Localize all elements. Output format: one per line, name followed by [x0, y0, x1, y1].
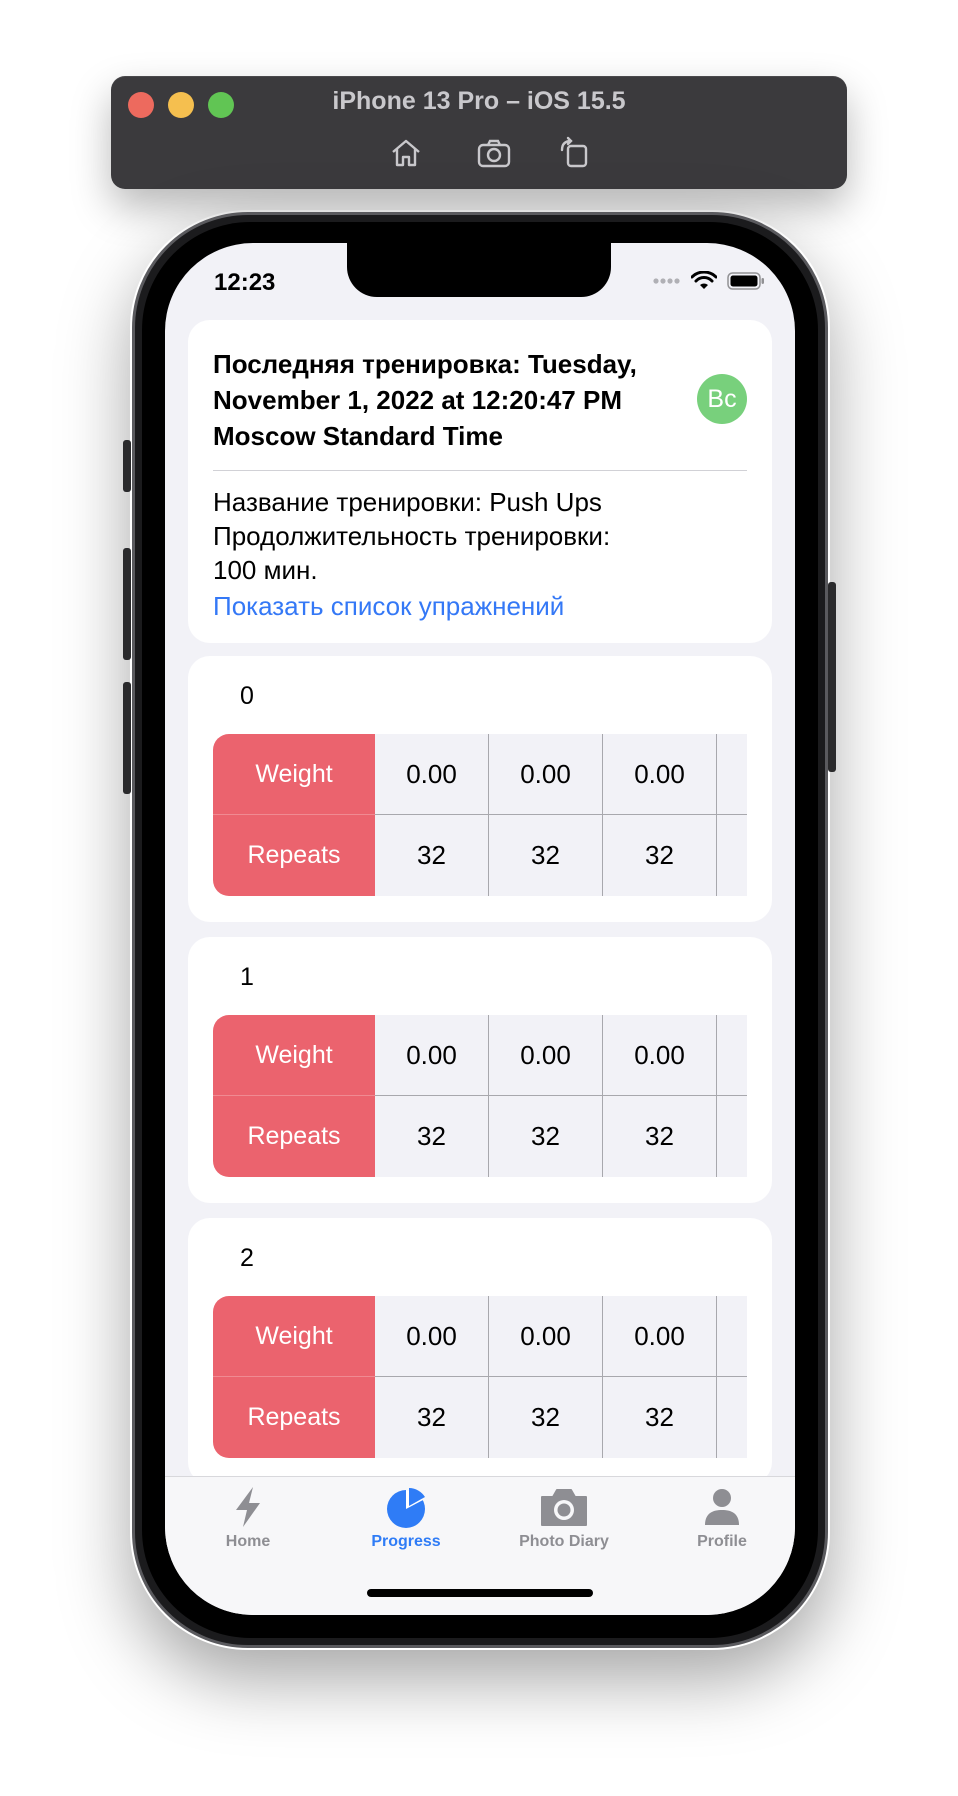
power-button: [828, 582, 836, 772]
repeats-label: Repeats: [247, 1122, 341, 1150]
battery-icon: [727, 272, 764, 290]
volume-up-button: [123, 548, 131, 660]
home-icon[interactable]: [388, 136, 424, 170]
repeats-cell: 32: [489, 1096, 603, 1177]
person-icon: [705, 1489, 739, 1525]
repeats-cell: 32: [375, 1377, 489, 1458]
exercise-card: 1 Weight Repeats 0.00 0.00 0.00 32 32 32: [188, 937, 772, 1203]
simulator-title: iPhone 13 Pro – iOS 15.5: [332, 87, 626, 115]
repeats-cell: 32: [375, 1096, 489, 1177]
workout-summary-card: Последняя тренировка: Tuesday, November …: [188, 320, 772, 643]
tab-profile-label: Profile: [697, 1533, 747, 1550]
weight-label: Weight: [213, 1296, 375, 1377]
weight-cell: 0.00: [375, 734, 489, 815]
tab-progress[interactable]: Progress: [327, 1485, 485, 1565]
weight-cell: 0.00: [489, 1296, 603, 1377]
mute-switch: [123, 440, 131, 492]
weight-cell: 0.00: [489, 734, 603, 815]
repeats-label: Repeats: [247, 841, 341, 869]
wifi-icon: [691, 271, 717, 289]
sets-table[interactable]: Weight Repeats 0.00 0.00 0.00 32 32 32: [213, 1015, 747, 1177]
weight-cell: 0.00: [603, 734, 717, 815]
tab-home[interactable]: Home: [169, 1485, 327, 1565]
camera-icon: [541, 1489, 587, 1526]
phone-screen: 12:23 Последняя тренировка: Tuesday, Nov…: [165, 243, 795, 1615]
tab-home-label: Home: [225, 1533, 271, 1550]
weight-label: Weight: [213, 734, 375, 815]
table-label-column: Weight Repeats: [213, 734, 375, 896]
workout-duration-label: Продолжительность тренировки:: [213, 521, 611, 551]
show-exercises-link[interactable]: Показать список упражнений: [213, 589, 564, 623]
tab-photo-diary-label: Photo Diary: [519, 1533, 609, 1550]
tab-progress-label: Progress: [371, 1533, 441, 1550]
divider: [213, 470, 747, 471]
last-workout-title: Последняя тренировка: Tuesday, November …: [213, 349, 637, 451]
tab-photo-diary[interactable]: Photo Diary: [485, 1485, 643, 1565]
notch: [347, 243, 611, 297]
repeats-cell: 32: [489, 1377, 603, 1458]
repeats-cell: 32: [375, 815, 489, 896]
table-label-column: Weight Repeats: [213, 1296, 375, 1458]
repeats-label: Repeats: [247, 1403, 341, 1431]
table-label-column: Weight Repeats: [213, 1015, 375, 1177]
weight-cell: 0.00: [489, 1015, 603, 1096]
home-indicator: [367, 1589, 593, 1597]
status-icons: [653, 271, 765, 291]
repeats-cell: 32: [603, 815, 717, 896]
weight-cell: 0.00: [603, 1015, 717, 1096]
repeats-cell: 32: [489, 815, 603, 896]
weight-cell: 0.00: [603, 1296, 717, 1377]
exercise-title: 2: [240, 1244, 254, 1272]
workout-duration-value: 100 мин.: [213, 555, 318, 585]
weight-cell: 0.00: [375, 1015, 489, 1096]
weight-label: Weight: [213, 1015, 375, 1096]
exercise-title: 0: [240, 682, 254, 710]
exercise-title: 1: [240, 963, 254, 991]
status-time: 12:23: [214, 269, 276, 296]
cellular-signal-icon: [653, 278, 680, 284]
workout-name: Название тренировки: Push Ups: [213, 487, 602, 517]
repeats-cell: 32: [603, 1377, 717, 1458]
exercise-card: 2 Weight Repeats 0.00 0.00 0.00 32 32 32: [188, 1218, 772, 1484]
volume-down-button: [123, 682, 131, 794]
exercise-card: 0 Weight Repeats 0.00 0.00 0.00 32 32 32: [188, 656, 772, 922]
screenshot-icon[interactable]: [476, 136, 512, 170]
weight-cell: 0.00: [375, 1296, 489, 1377]
avatar[interactable]: Вс: [697, 374, 747, 424]
pie-chart-icon: [387, 1488, 425, 1528]
sets-table[interactable]: Weight Repeats 0.00 0.00 0.00 32 32 32: [213, 734, 747, 896]
repeats-cell: 32: [603, 1096, 717, 1177]
tab-profile[interactable]: Profile: [643, 1485, 795, 1565]
bolt-icon: [236, 1487, 260, 1527]
rotate-icon[interactable]: [556, 136, 592, 170]
sets-table[interactable]: Weight Repeats 0.00 0.00 0.00 32 32 32: [213, 1296, 747, 1458]
